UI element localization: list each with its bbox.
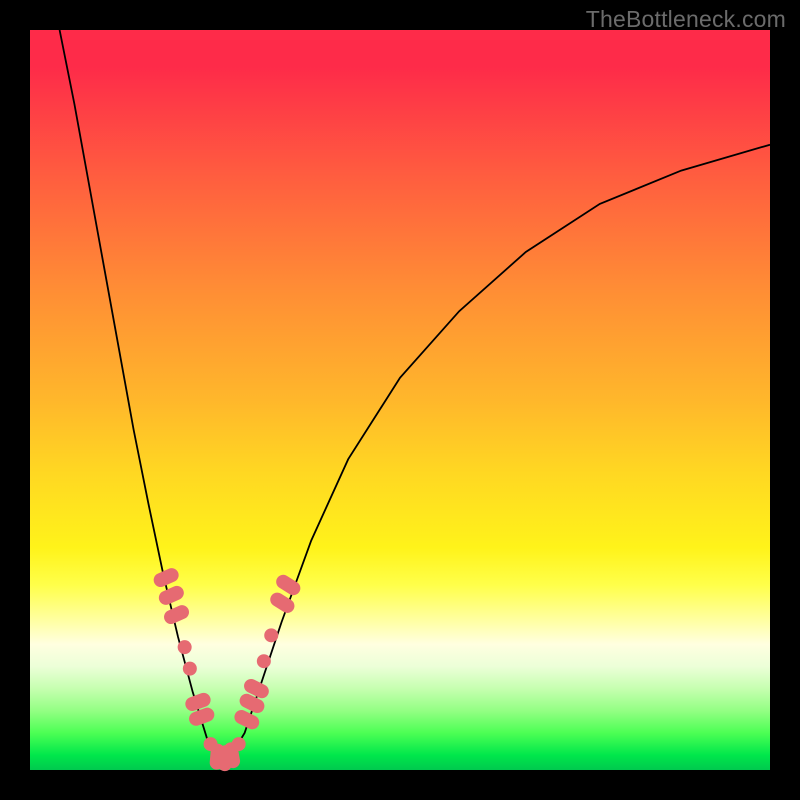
chart-svg xyxy=(30,30,770,770)
chart-plot-area xyxy=(30,30,770,770)
bead-marker xyxy=(232,737,246,751)
curve-group xyxy=(60,30,770,757)
bead-marker xyxy=(257,654,271,668)
right-curve xyxy=(230,145,770,758)
bead-marker xyxy=(183,662,197,676)
bead-marker xyxy=(264,628,278,642)
bead-marker xyxy=(162,603,191,626)
bead-marker xyxy=(157,584,186,607)
marker-group xyxy=(151,566,303,772)
left-curve xyxy=(60,30,215,757)
bead-marker xyxy=(178,640,192,654)
chart-frame: TheBottleneck.com xyxy=(0,0,800,800)
watermark-text: TheBottleneck.com xyxy=(586,6,786,33)
